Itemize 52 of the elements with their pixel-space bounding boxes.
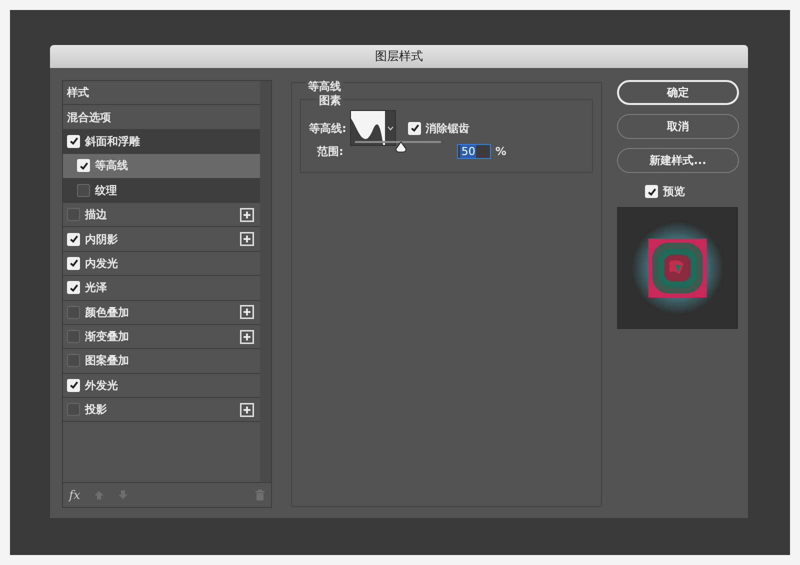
add-icon[interactable] — [240, 232, 254, 246]
add-icon[interactable] — [240, 305, 254, 320]
section-title: 等高线 — [306, 79, 343, 94]
add-icon[interactable] — [240, 330, 254, 344]
slider-thumb[interactable] — [395, 140, 408, 152]
checkbox[interactable] — [67, 403, 80, 416]
style-item[interactable]: 内发光 — [63, 252, 260, 276]
fx-button[interactable]: fx — [69, 488, 80, 502]
style-label: 等高线 — [95, 158, 128, 174]
style-item[interactable]: 投影 — [63, 398, 260, 422]
style-label: 描边 — [85, 207, 107, 222]
style-item[interactable]: 图案叠加 — [63, 349, 260, 374]
add-icon[interactable] — [240, 208, 254, 222]
style-label: 投影 — [85, 402, 107, 418]
style-label: 混合选项 — [67, 110, 111, 125]
style-label: 渐变叠加 — [85, 329, 129, 344]
style-label: 样式 — [67, 85, 89, 100]
style-item[interactable]: 斜面和浮雕 — [63, 130, 260, 154]
add-icon[interactable] — [240, 402, 254, 417]
checkbox[interactable] — [67, 354, 80, 368]
dialog-button[interactable]: 取消 — [617, 114, 739, 139]
checkbox[interactable] — [67, 330, 80, 344]
checkbox-label: 消除锯齿 — [425, 120, 470, 136]
unit-label: % — [495, 145, 506, 158]
style-item[interactable]: 颜色叠加 — [63, 300, 260, 325]
checkbox[interactable] — [67, 306, 80, 319]
dialog-button[interactable]: 新建样式... — [617, 148, 739, 173]
style-item[interactable]: 渐变叠加 — [63, 324, 260, 350]
caret-icon[interactable] — [387, 126, 394, 130]
window-title: 图层样式 — [375, 48, 423, 65]
style-label: 颜色叠加 — [85, 304, 129, 320]
checkbox[interactable] — [77, 184, 90, 197]
style-label: 外发光 — [85, 378, 118, 393]
style-item[interactable]: 纹理 — [63, 178, 260, 203]
style-item[interactable]: 等高线 — [63, 154, 260, 179]
checkbox-label: 预览 — [663, 184, 685, 199]
dialog-button[interactable]: 确定 — [617, 80, 739, 105]
range-input[interactable]: 50 — [457, 144, 492, 159]
group-title: 图素 — [317, 93, 343, 108]
range-label: 范围: — [317, 144, 344, 159]
contour-label: 等高线: — [309, 120, 346, 136]
style-label: 光泽 — [85, 280, 107, 296]
style-item[interactable]: 内阴影 — [63, 227, 260, 252]
style-item[interactable]: 描边 — [63, 202, 260, 228]
checkbox[interactable] — [67, 208, 80, 222]
style-label: 斜面和浮雕 — [85, 134, 140, 149]
style-label: 纹理 — [95, 182, 117, 198]
style-label: 内发光 — [85, 256, 118, 271]
style-label: 内阴影 — [85, 232, 118, 247]
style-label: 图案叠加 — [85, 353, 129, 368]
style-item[interactable]: 外发光 — [63, 374, 260, 398]
style-item[interactable]: 光泽 — [63, 276, 260, 301]
